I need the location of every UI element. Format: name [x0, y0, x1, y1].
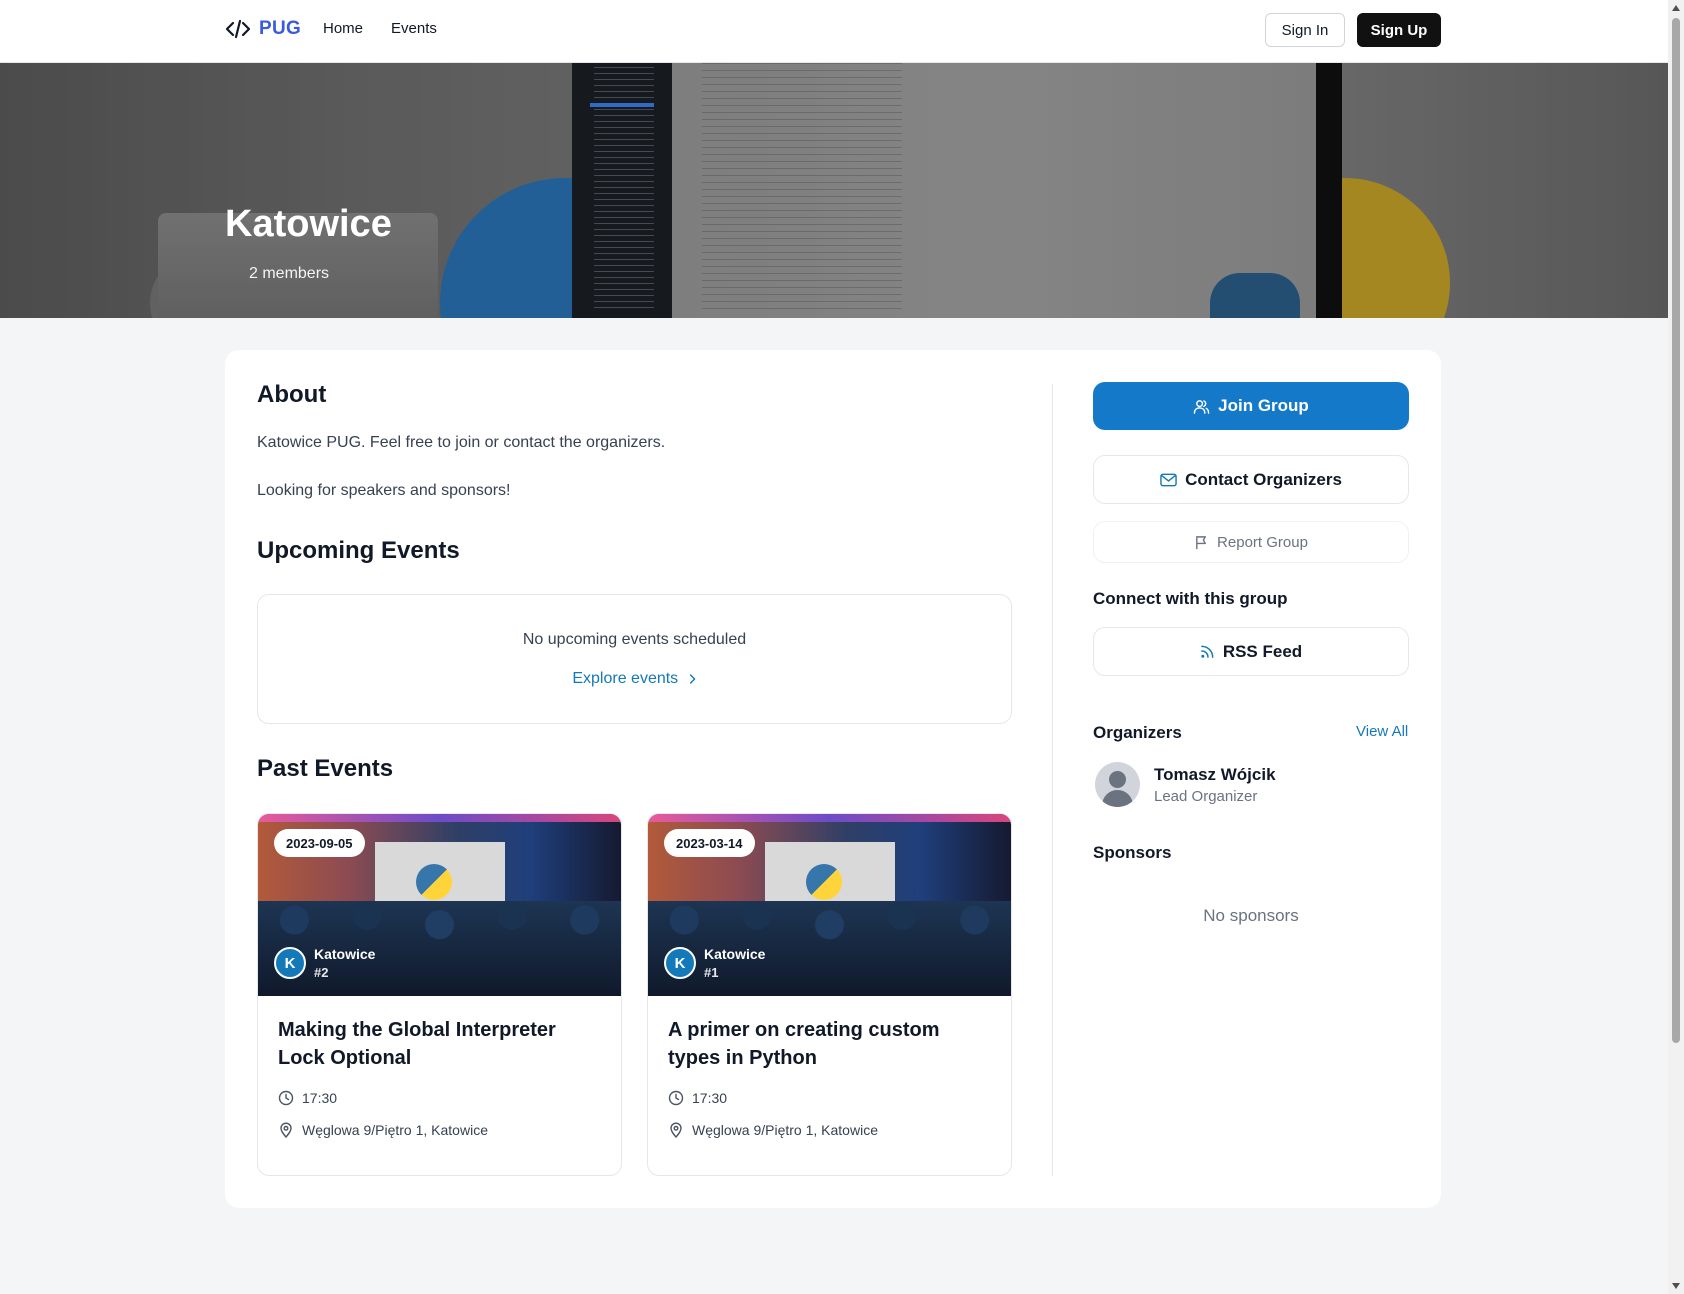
code-icon — [225, 18, 251, 40]
event-group-name: Katowice — [704, 946, 766, 962]
event-time-text: 17:30 — [692, 1090, 728, 1106]
brand-name: PUG — [259, 18, 302, 39]
clock-icon — [278, 1090, 294, 1106]
map-pin-icon — [668, 1122, 684, 1138]
event-number: #2 — [314, 965, 329, 980]
view-all-organizers-link[interactable]: View All — [1356, 723, 1408, 740]
top-navbar: PUG Home Events Sign In Sign Up — [0, 0, 1668, 63]
users-icon — [1193, 398, 1210, 415]
rss-feed-label: RSS Feed — [1222, 641, 1303, 661]
event-location: Węglowa 9/Piętro 1, Katowice — [278, 1122, 488, 1138]
event-location-text: Węglowa 9/Piętro 1, Katowice — [692, 1122, 878, 1138]
event-number: #1 — [704, 965, 719, 980]
report-group-label: Report Group — [1217, 533, 1308, 551]
event-location-text: Węglowa 9/Piętro 1, Katowice — [302, 1122, 488, 1138]
map-pin-icon — [278, 1122, 294, 1138]
event-card[interactable]: 2023-03-14 K Katowice #1 A primer on cre… — [647, 813, 1012, 1176]
rss-feed-button[interactable]: RSS Feed — [1093, 627, 1409, 676]
report-group-button[interactable]: Report Group — [1093, 521, 1409, 563]
group-avatar: K — [274, 947, 306, 979]
organizer-role: Lead Organizer — [1154, 788, 1258, 805]
event-title: Making the Global Interpreter Lock Optio… — [278, 1019, 556, 1069]
join-group-button[interactable]: Join Group — [1093, 382, 1409, 430]
explore-events-link[interactable]: Explore events — [258, 670, 1011, 688]
rss-icon — [1200, 644, 1215, 659]
nav-events-link[interactable]: Events — [391, 20, 437, 37]
about-heading: About — [257, 381, 327, 408]
no-sponsors-message: No sponsors — [1203, 906, 1299, 925]
chevron-right-icon — [689, 673, 697, 685]
scrollbar-thumb[interactable] — [1672, 18, 1680, 1043]
page-scrollbar[interactable] — [1668, 0, 1684, 1294]
event-location: Węglowa 9/Piętro 1, Katowice — [668, 1122, 878, 1138]
event-time: 17:30 — [668, 1090, 727, 1106]
explore-events-label: Explore events — [572, 670, 679, 687]
brand-logo[interactable]: PUG — [225, 18, 301, 40]
past-events-heading: Past Events — [257, 755, 394, 782]
upcoming-events-heading: Upcoming Events — [257, 537, 460, 564]
event-card[interactable]: 2023-09-05 K Katowice #2 Making the Glob… — [257, 813, 622, 1176]
event-group-name: Katowice — [314, 946, 376, 962]
event-date-badge: 2023-03-14 — [664, 829, 755, 857]
join-group-label: Join Group — [1218, 396, 1309, 415]
flag-icon — [1194, 535, 1209, 550]
event-time-text: 17:30 — [302, 1090, 338, 1106]
upcoming-events-empty: No upcoming events scheduled Explore eve… — [257, 594, 1012, 724]
event-time: 17:30 — [278, 1090, 337, 1106]
member-count: 2 members — [249, 265, 330, 282]
sign-in-button[interactable]: Sign In — [1265, 13, 1345, 47]
sign-up-button[interactable]: Sign Up — [1357, 13, 1441, 47]
avatar[interactable] — [1095, 762, 1140, 807]
about-paragraph-2: Looking for speakers and sponsors! — [257, 482, 511, 499]
organizers-heading: Organizers — [1093, 723, 1182, 742]
clock-icon — [668, 1090, 684, 1106]
mail-icon — [1160, 473, 1177, 487]
no-upcoming-message: No upcoming events scheduled — [522, 631, 747, 648]
connect-heading: Connect with this group — [1093, 589, 1288, 608]
group-avatar: K — [664, 947, 696, 979]
contact-organizers-button[interactable]: Contact Organizers — [1093, 455, 1409, 504]
scroll-down-arrow[interactable] — [1672, 1283, 1680, 1289]
organizer-name[interactable]: Tomasz Wójcik — [1154, 765, 1276, 785]
contact-organizers-label: Contact Organizers — [1185, 469, 1342, 489]
sponsors-heading: Sponsors — [1093, 843, 1172, 862]
column-divider — [1052, 384, 1053, 1176]
group-hero-banner: Katowice 2 members — [0, 63, 1668, 318]
group-title: Katowice — [225, 203, 392, 245]
about-paragraph-1: Katowice PUG. Feel free to join or conta… — [257, 434, 666, 451]
nav-home-link[interactable]: Home — [323, 20, 363, 37]
scroll-up-arrow[interactable] — [1672, 5, 1680, 11]
event-title: A primer on creating custom types in Pyt… — [668, 1019, 940, 1069]
event-date-badge: 2023-09-05 — [274, 829, 365, 857]
